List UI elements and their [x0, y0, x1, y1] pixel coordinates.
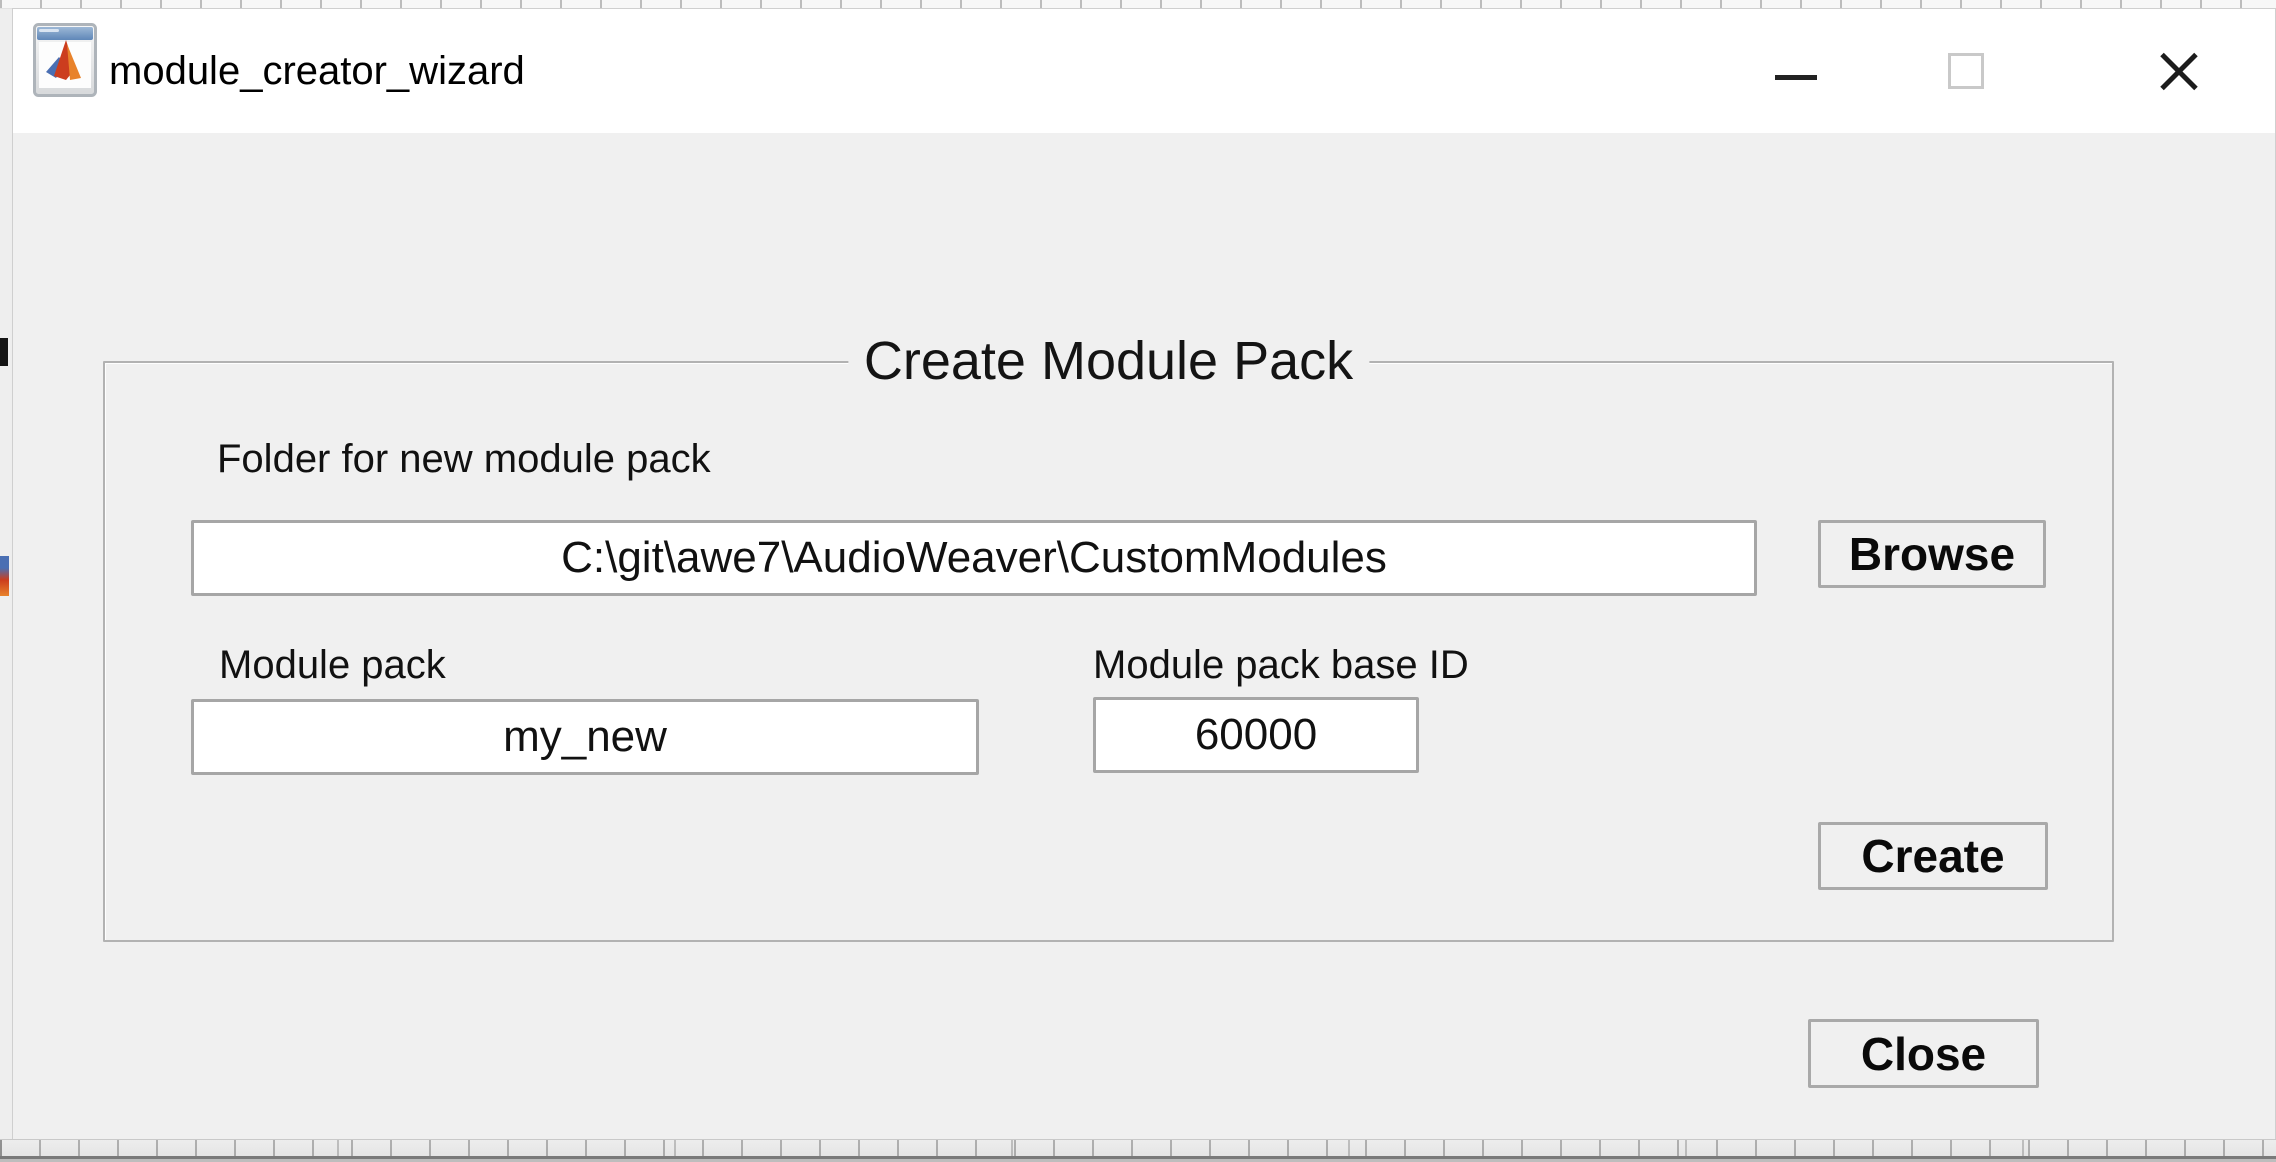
folder-label: Folder for new module pack — [217, 435, 711, 483]
folder-input[interactable] — [191, 520, 1757, 596]
browse-button[interactable]: Browse — [1818, 520, 2046, 588]
background-ruler-bottom — [0, 1139, 2276, 1162]
module-creator-wizard-window: module_creator_wizard Create Module Pack… — [12, 8, 2276, 1139]
titlebar[interactable]: module_creator_wizard — [13, 9, 2275, 133]
module-pack-label: Module pack — [219, 641, 446, 689]
screen: module_creator_wizard Create Module Pack… — [0, 0, 2276, 1162]
window-title: module_creator_wizard — [109, 9, 525, 133]
minimize-icon — [1775, 75, 1817, 80]
module-pack-input[interactable] — [191, 699, 979, 775]
create-button[interactable]: Create — [1818, 822, 2048, 890]
base-id-label: Module pack base ID — [1093, 641, 1469, 689]
close-button[interactable]: Close — [1808, 1019, 2039, 1088]
background-logo-sliver — [0, 556, 9, 596]
close-icon — [2155, 47, 2203, 95]
maximize-icon — [1948, 53, 1984, 89]
maximize-button[interactable] — [1906, 9, 2026, 133]
minimize-button[interactable] — [1726, 9, 1866, 133]
create-module-pack-group: Create Module Pack Folder for new module… — [103, 361, 2114, 942]
group-title: Create Module Pack — [848, 331, 1369, 391]
matlab-figure-icon — [33, 23, 97, 97]
close-window-button[interactable] — [2099, 9, 2259, 133]
base-id-input[interactable] — [1093, 697, 1419, 773]
background-window-sliver — [0, 338, 8, 366]
